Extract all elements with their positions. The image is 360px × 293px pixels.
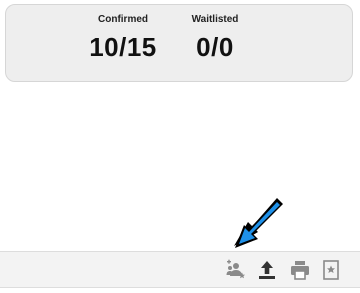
print-icon [291, 261, 309, 280]
confirmed-stat: Confirmed 10/15 [82, 14, 164, 62]
upload-icon [259, 261, 275, 279]
bookmark-star-icon [323, 260, 339, 280]
print-button[interactable] [287, 257, 313, 283]
upload-button[interactable] [254, 257, 280, 283]
bookmark-button[interactable] [318, 257, 344, 283]
registration-counts-card: Confirmed 10/15 Waitlisted 0/0 [5, 4, 353, 82]
waitlisted-stat: Waitlisted 0/0 [183, 14, 247, 62]
action-toolbar [0, 251, 360, 288]
confirmed-label: Confirmed [98, 14, 148, 25]
pointer-arrow-icon [234, 198, 283, 248]
waitlisted-label: Waitlisted [191, 14, 239, 25]
add-people-button[interactable] [223, 257, 249, 283]
confirmed-value: 10/15 [89, 32, 157, 62]
add-people-icon [226, 259, 246, 279]
waitlisted-value: 0/0 [196, 32, 234, 62]
